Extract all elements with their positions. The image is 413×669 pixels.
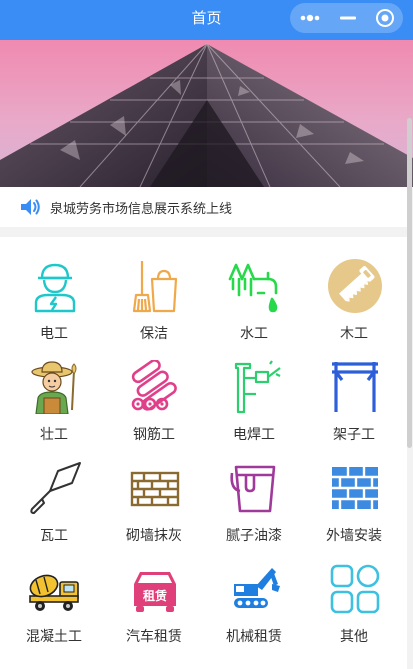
category-cleaning[interactable]: 保洁	[104, 237, 204, 342]
cement-mixer-icon	[29, 574, 79, 611]
category-label: 其他	[340, 629, 368, 645]
more-button[interactable]	[290, 3, 330, 33]
carpenter-saw-icon	[328, 259, 382, 313]
category-plumber[interactable]: 水工	[204, 237, 304, 342]
category-electrician[interactable]: 电工	[4, 237, 104, 342]
laborer-icon	[31, 361, 77, 414]
banner-image	[0, 40, 413, 187]
category-label: 混凝土工	[26, 629, 82, 645]
announcement-text: 泉城劳务市场信息展示系统上线	[50, 201, 233, 217]
minimize-button[interactable]	[330, 3, 366, 33]
cleaning-icon	[132, 261, 178, 313]
trowel-icon	[30, 462, 81, 514]
scrollbar-thumb[interactable]	[407, 118, 412, 448]
category-other[interactable]: 其他	[304, 540, 404, 645]
category-label: 机械租赁	[226, 629, 282, 645]
category-concrete[interactable]: 混凝土工	[4, 540, 104, 645]
welder-icon	[234, 360, 281, 414]
paint-bucket-icon	[230, 465, 276, 513]
other-grid-icon	[330, 564, 380, 614]
category-label: 汽车租赁	[126, 629, 182, 645]
close-button[interactable]	[366, 3, 403, 33]
category-masonry[interactable]: 砌墙抹灰	[104, 439, 204, 544]
category-laborer[interactable]: 壮工	[4, 338, 104, 443]
category-tiler[interactable]: 瓦工	[4, 439, 104, 544]
banner-carousel[interactable]	[0, 40, 413, 187]
category-rebar[interactable]: 钢筋工	[104, 338, 204, 443]
rebar-icon	[131, 360, 177, 411]
target-circle-icon	[375, 9, 394, 27]
mini-program-capsule	[290, 3, 403, 33]
category-scaffold[interactable]: 架子工	[304, 338, 404, 443]
category-grid: 电工 保洁 水工 木工 壮工 钢筋工 电焊工 架子工 瓦工 砌墙抹灰 腻子油漆 …	[0, 237, 407, 669]
plumber-icon	[228, 263, 278, 313]
excavator-icon	[234, 568, 280, 608]
car-rental-icon: 租赁	[134, 572, 176, 612]
electrician-icon	[34, 263, 76, 313]
more-dots-icon	[300, 14, 320, 22]
category-carpenter[interactable]: 木工	[304, 237, 404, 342]
nav-bar: 首页	[0, 0, 413, 40]
category-painting[interactable]: 腻子油漆	[204, 439, 304, 544]
rental-badge-text: 租赁	[143, 588, 167, 603]
minus-icon	[340, 16, 356, 20]
exterior-wall-icon	[332, 467, 378, 509]
category-exterior-wall[interactable]: 外墙安装	[304, 439, 404, 544]
category-car-rental[interactable]: 租赁 汽车租赁	[104, 540, 204, 645]
category-machine-rental[interactable]: 机械租赁	[204, 540, 304, 645]
scaffold-icon	[332, 362, 378, 412]
brick-wall-icon	[130, 471, 180, 507]
category-welder[interactable]: 电焊工	[204, 338, 304, 443]
announcement-bar[interactable]: 泉城劳务市场信息展示系统上线	[0, 187, 407, 227]
speaker-icon	[21, 199, 40, 215]
